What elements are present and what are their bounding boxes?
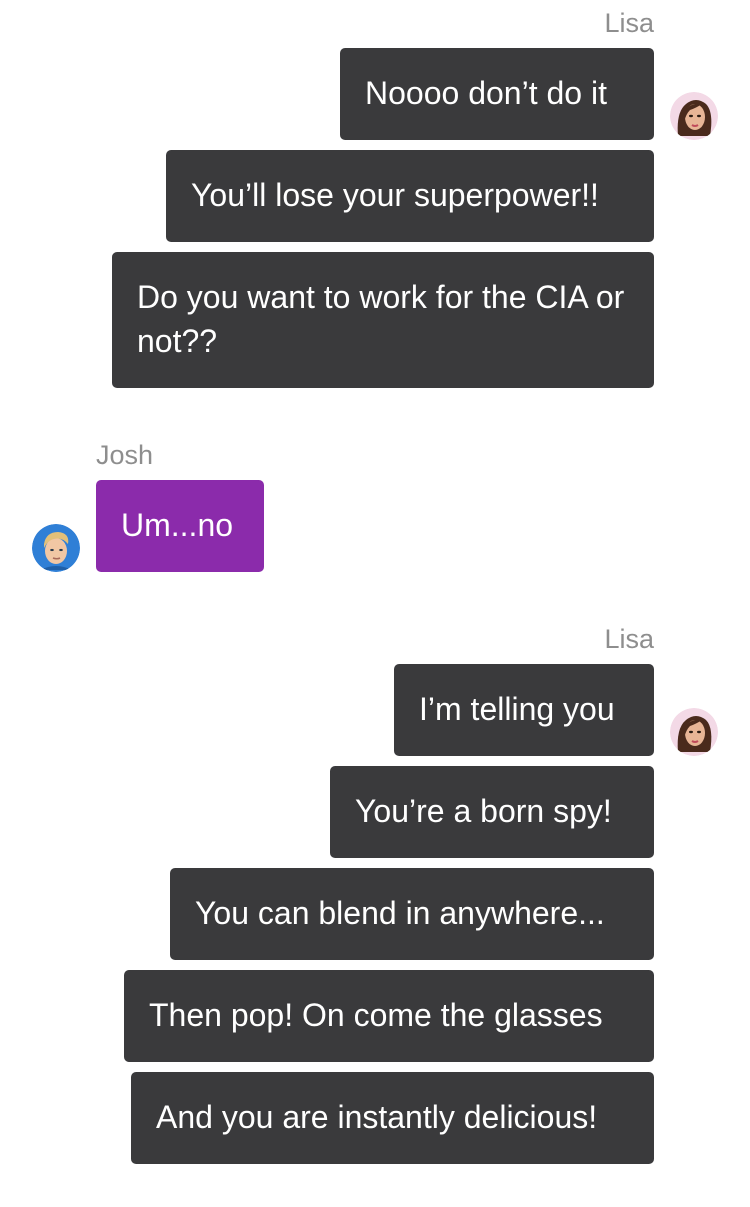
lisa-avatar-icon (670, 708, 718, 756)
message-bubble: Noooo don’t do it (340, 48, 654, 140)
message-bubble: I’m telling you (394, 664, 654, 756)
message-bubble: You’re a born spy! (330, 766, 654, 858)
message-bubble: Do you want to work for the CIA or not?? (112, 252, 654, 388)
josh-avatar-icon (32, 524, 80, 572)
message-bubble: Um...no (96, 480, 264, 572)
avatar[interactable] (32, 524, 80, 572)
message-bubble: You’ll lose your superpower!! (166, 150, 654, 242)
avatar[interactable] (670, 92, 718, 140)
avatar[interactable] (670, 708, 718, 756)
sender-name-josh: Josh (96, 440, 154, 470)
message-bubble: You can blend in anywhere... (170, 868, 654, 960)
message-bubble: Then pop! On come the glasses (124, 970, 654, 1062)
lisa-avatar-icon (670, 92, 718, 140)
message-bubble: And you are instantly delicious! (131, 1072, 654, 1164)
sender-name-lisa: Lisa (604, 8, 654, 38)
sender-name-lisa: Lisa (604, 624, 654, 654)
